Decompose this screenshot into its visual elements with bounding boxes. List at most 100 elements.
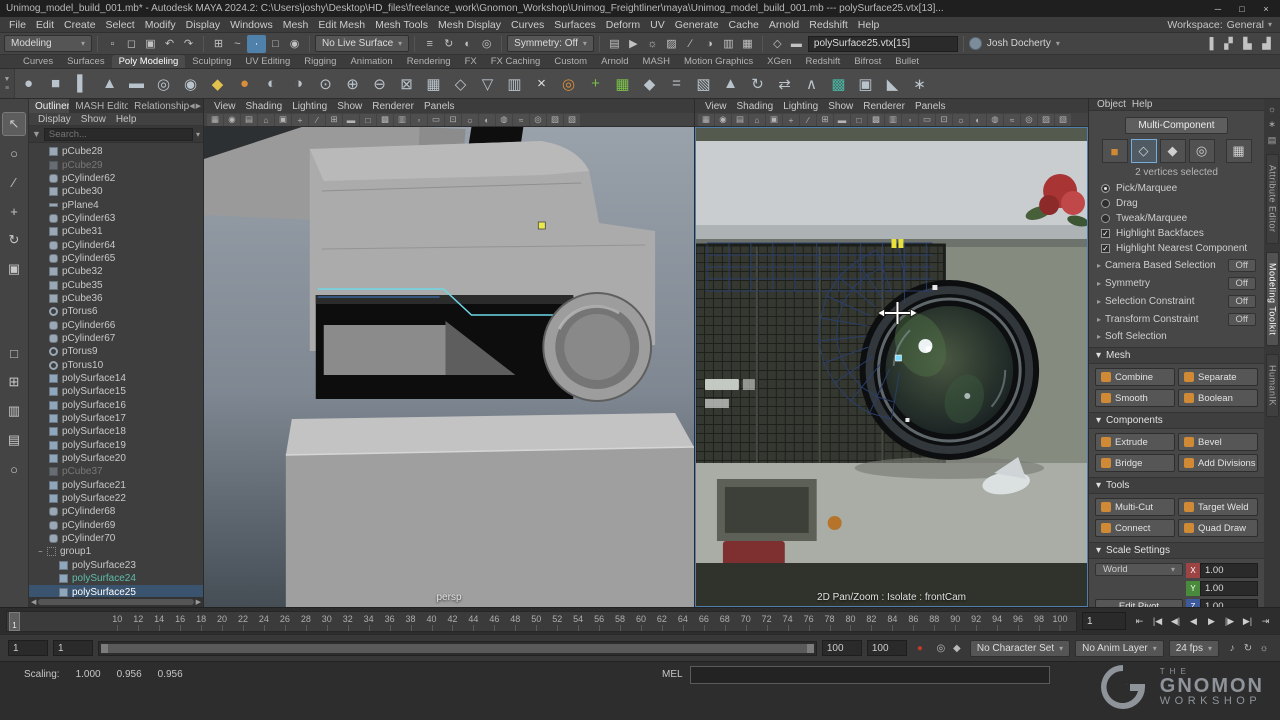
render-settings-icon[interactable]: ☼ xyxy=(643,35,662,53)
outliner-item[interactable]: − pCylinder64 xyxy=(29,238,203,251)
modeling-toolkit-toggle-icon[interactable]: ▟ xyxy=(1257,35,1276,53)
symmetrize-icon[interactable]: ⇄ xyxy=(771,71,798,97)
sculpt-tool-icon[interactable]: ● xyxy=(231,71,258,97)
toolkit-setting-row[interactable]: ▸ Selection Constraint Off xyxy=(1089,292,1264,310)
anim-layers-icon[interactable]: ▦ xyxy=(738,35,757,53)
component-tool-button[interactable]: Add Divisions xyxy=(1178,454,1258,472)
poly-torus-icon[interactable]: ◎ xyxy=(150,71,177,97)
construction-history-icon[interactable]: ↻ xyxy=(439,35,458,53)
outliner-item[interactable]: − pCube36 xyxy=(29,292,203,305)
vertex-mode-icon[interactable]: ■ xyxy=(1102,139,1128,163)
gate-mask-icon[interactable]: ▩ xyxy=(868,114,884,126)
shelf-tab[interactable]: Redshift xyxy=(798,55,847,68)
film-gate-icon[interactable]: ▬ xyxy=(343,114,359,126)
outliner-item[interactable]: − polySurface20 xyxy=(29,452,203,465)
outliner-item[interactable]: − polySurface19 xyxy=(29,439,203,452)
grease-pencil-icon[interactable]: ∕ xyxy=(800,114,816,126)
display-layers-icon[interactable]: ▥ xyxy=(719,35,738,53)
tool-settings-toggle-icon[interactable]: ▞ xyxy=(1219,35,1238,53)
smooth-icon[interactable]: ◇ xyxy=(447,71,474,97)
shelf-tab[interactable]: FX Caching xyxy=(484,55,548,68)
outliner-item[interactable]: − polySurface24 xyxy=(29,572,203,585)
outliner-item[interactable]: − polySurface22 xyxy=(29,492,203,505)
toolkit-setting-row[interactable]: ▸ Camera Based Selection Off xyxy=(1089,256,1264,274)
poly-disc-icon[interactable]: ◉ xyxy=(177,71,204,97)
expander-icon[interactable]: − xyxy=(38,547,47,556)
shelf-tab[interactable]: Sculpting xyxy=(185,55,238,68)
channel-box-toggle-icon[interactable]: ▙ xyxy=(1238,35,1257,53)
animation-preferences-icon[interactable]: ☼ xyxy=(1256,643,1272,654)
menu-item[interactable]: Mesh Display xyxy=(433,19,506,31)
outliner-item[interactable]: − pCylinder68 xyxy=(29,505,203,518)
menu-item[interactable]: Windows xyxy=(225,19,278,31)
mesh-tool-button[interactable]: Separate xyxy=(1178,368,1258,386)
outliner-menu-item[interactable]: Display xyxy=(33,114,76,125)
outliner-pane-layout-icon[interactable]: ▤ xyxy=(3,429,25,451)
film-gate-icon[interactable]: ▬ xyxy=(834,114,850,126)
safe-action-icon[interactable]: ▫ xyxy=(902,114,918,126)
selection-mode-option[interactable]: Tweak/Marquee xyxy=(1089,211,1264,226)
outliner-item[interactable]: − pCube28 xyxy=(29,145,203,158)
section-header-components[interactable]: ▾ Components xyxy=(1089,412,1264,429)
combine-icon[interactable]: ⊕ xyxy=(339,71,366,97)
reduce-icon[interactable]: ▽ xyxy=(474,71,501,97)
outliner-item[interactable]: − polySurface15 xyxy=(29,385,203,398)
lighting-icon[interactable]: ☼ xyxy=(953,114,969,126)
redo-icon[interactable]: ↷ xyxy=(179,35,198,53)
outliner-item[interactable]: − polySurface25 xyxy=(29,585,203,597)
scale-z-field[interactable]: Z 1.00 xyxy=(1186,599,1258,607)
soft-select-icon[interactable]: ◎ xyxy=(477,35,496,53)
menu-item[interactable]: Arnold xyxy=(764,19,804,31)
viewport-menu-item[interactable]: Renderer xyxy=(858,101,910,112)
frontcam-viewport-canvas[interactable]: 2D Pan/Zoom : Isolate : frontCam xyxy=(695,127,1088,607)
range-end-handle[interactable] xyxy=(807,644,814,653)
anim-layer-selector[interactable]: No Anim Layer▾ xyxy=(1075,640,1164,657)
shadows-icon[interactable]: ◐ xyxy=(970,114,986,126)
two-d-pan-zoom-icon[interactable]: + xyxy=(292,114,308,126)
timeline-strip[interactable]: 1 10121416182022242628303234363840424446… xyxy=(6,611,1077,632)
boolean-intersect-icon[interactable]: ⊙ xyxy=(312,71,339,97)
highlight-option[interactable]: Highlight Backfaces xyxy=(1089,226,1264,241)
play-backwards-button[interactable]: ◀ xyxy=(1185,612,1202,630)
outliner-menu-item[interactable]: Show xyxy=(76,114,111,125)
quad-draw-icon[interactable]: ▦ xyxy=(609,71,636,97)
viewport-menu-item[interactable]: View xyxy=(700,101,732,112)
mel-command-input[interactable] xyxy=(690,666,1050,684)
field-chart-icon[interactable]: ▥ xyxy=(394,114,410,126)
mirror-icon[interactable]: ▥ xyxy=(501,71,528,97)
wedge-icon[interactable]: ◣ xyxy=(879,71,906,97)
spin-edge-icon[interactable]: ↻ xyxy=(744,71,771,97)
toolkit-tool-button[interactable]: Connect xyxy=(1095,519,1175,537)
menu-item[interactable]: Edit Mesh xyxy=(313,19,370,31)
selection-mode-option[interactable]: Drag xyxy=(1089,196,1264,211)
character-set-selector[interactable]: No Character Set▾ xyxy=(970,640,1070,657)
outliner-item[interactable]: − pCylinder62 xyxy=(29,172,203,185)
pin-panel-icon[interactable]: ∗ xyxy=(1268,119,1276,130)
camera-attributes-icon[interactable]: ▤ xyxy=(241,114,257,126)
viewport-menu-item[interactable]: Panels xyxy=(419,101,460,112)
toolkit-tool-button[interactable]: Target Weld xyxy=(1178,498,1258,516)
four-pane-layout-icon[interactable]: ⊞ xyxy=(3,371,25,393)
select-camera-icon[interactable]: ▦ xyxy=(698,114,714,126)
menu-item[interactable]: Modify xyxy=(140,19,181,31)
poly-plane-icon[interactable]: ▬ xyxy=(123,71,150,97)
menu-item[interactable]: Mesh Tools xyxy=(370,19,433,31)
two-d-pan-zoom-icon[interactable]: + xyxy=(783,114,799,126)
shelf-tab[interactable]: MASH xyxy=(636,55,677,68)
wireframe-on-shaded-icon[interactable]: ▧ xyxy=(564,114,580,126)
duplicate-icon[interactable]: ▣ xyxy=(852,71,879,97)
menu-item[interactable]: Deform xyxy=(601,19,645,31)
range-slider-bar[interactable] xyxy=(101,644,814,653)
ssao-icon[interactable]: ◍ xyxy=(496,114,512,126)
frame-all-icon[interactable]: ⊡ xyxy=(445,114,461,126)
toolkit-setting-row[interactable]: ▸ Transform Constraint Off xyxy=(1089,310,1264,328)
minimize-button[interactable]: ─ xyxy=(1210,4,1226,14)
viewport-menu-item[interactable]: Show xyxy=(332,101,367,112)
outliner-item[interactable]: − polySurface17 xyxy=(29,412,203,425)
mesh-tool-button[interactable]: Combine xyxy=(1095,368,1175,386)
toolkit-setting-row[interactable]: ▸ Symmetry Off xyxy=(1089,274,1264,292)
toolkit-menu-item[interactable]: Object xyxy=(1097,99,1132,110)
go-to-end-button[interactable]: ⇥ xyxy=(1257,612,1274,630)
isolate-select-icon[interactable]: ◎ xyxy=(1021,114,1037,126)
menu-item[interactable]: Surfaces xyxy=(549,19,600,31)
